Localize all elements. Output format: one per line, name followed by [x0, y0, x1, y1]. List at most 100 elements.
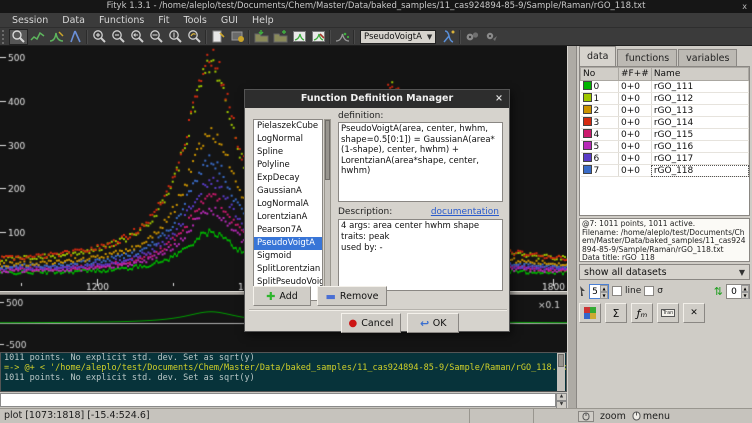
dataset-color-swatch	[583, 81, 592, 90]
table-row[interactable]: 00+0rGO_111	[581, 81, 749, 93]
statusbar-config-button[interactable]	[578, 411, 594, 422]
function-list[interactable]: PielaszekCube LogNormal Spline Polyline …	[253, 119, 323, 301]
spin-down-icon[interactable]: ▼	[741, 292, 749, 299]
strip-background-button[interactable]	[463, 29, 482, 45]
zoom-mode-button[interactable]	[9, 29, 28, 45]
definition-textarea[interactable]: PseudoVoigtA(area, center, hwhm, shape=0…	[338, 122, 503, 202]
gui-config-button[interactable]	[228, 29, 247, 45]
documentation-link[interactable]: documentation	[431, 207, 499, 217]
dialog-close-button[interactable]: ×	[495, 90, 503, 108]
save-session-as-button[interactable]	[309, 29, 328, 45]
remove-button[interactable]: ▬ Remove	[317, 286, 387, 306]
colors-button[interactable]	[579, 303, 601, 323]
spin-up-icon[interactable]: ▲	[556, 393, 567, 401]
tab-functions[interactable]: functions	[617, 49, 677, 66]
append-data-button[interactable]	[271, 29, 290, 45]
cancel-button[interactable]: ● Cancel	[341, 313, 401, 333]
add-function-button[interactable]	[439, 29, 458, 45]
table-header-row: No #F+# Name	[581, 68, 749, 81]
sidebar-splitter[interactable]	[567, 46, 577, 408]
clear-background-button[interactable]	[482, 29, 501, 45]
point-size-spinner[interactable]: 5 ▲▼	[589, 284, 609, 299]
table-row[interactable]: 20+0rGO_113	[581, 105, 749, 117]
chevron-down-icon: ▼	[739, 268, 745, 277]
function-list-item[interactable]: Spline	[254, 146, 322, 159]
add-peak-mode-button[interactable]	[47, 29, 66, 45]
function-list-item[interactable]: LorentzianA	[254, 211, 322, 224]
column-header-name[interactable]: Name	[651, 68, 748, 81]
command-history-spinner[interactable]: ▲▼	[556, 393, 567, 407]
statusbar-cell	[470, 409, 534, 423]
ok-button[interactable]: ↪ OK	[407, 313, 459, 333]
function-list-item[interactable]: LogNormalA	[254, 198, 322, 211]
edit-init-script-button[interactable]	[209, 29, 228, 45]
menu-help[interactable]: Help	[246, 15, 280, 26]
output-console[interactable]: 1011 points. No explicit std. dev. Set a…	[0, 352, 567, 392]
table-row[interactable]: 10+0rGO_112	[581, 93, 749, 105]
load-data-button[interactable]	[252, 29, 271, 45]
menu-gui[interactable]: GUI	[215, 15, 244, 26]
scrollbar-thumb[interactable]	[325, 120, 330, 180]
menu-tools[interactable]: Tools	[177, 15, 212, 26]
transform-button[interactable]: Tran	[657, 303, 679, 323]
functions-button[interactable]: ƒₘ	[631, 303, 653, 323]
line-checkbox[interactable]	[612, 286, 622, 296]
zoom-prev-button[interactable]	[128, 29, 147, 45]
zoom-out-button[interactable]	[109, 29, 128, 45]
zoom-in-button[interactable]	[90, 29, 109, 45]
scrollbar-thumb[interactable]	[558, 354, 564, 367]
delete-button[interactable]: ✕	[683, 303, 705, 323]
save-session-button[interactable]	[290, 29, 309, 45]
sidebar-buttons-row: Σ ƒₘ Tran ✕	[577, 302, 752, 324]
function-list-item[interactable]: PielaszekCube	[254, 120, 322, 133]
zoom-vertical-button[interactable]	[166, 29, 185, 45]
menu-functions[interactable]: Functions	[93, 15, 150, 26]
sum-button[interactable]: Σ	[605, 303, 627, 323]
plus-icon: ✚	[266, 290, 275, 303]
window-close-button[interactable]: x	[742, 0, 747, 13]
function-list-scrollbar[interactable]	[324, 119, 331, 301]
data-range-mode-button[interactable]	[28, 29, 47, 45]
spin-down-icon[interactable]: ▼	[600, 292, 608, 299]
dialog-titlebar[interactable]: Function Definition Manager ×	[245, 90, 509, 108]
table-row[interactable]: 40+0rGO_115	[581, 129, 749, 141]
function-list-item[interactable]: LogNormal	[254, 133, 322, 146]
window-titlebar[interactable]: Fityk 1.3.1 - /home/aleplo/test/Document…	[0, 0, 752, 13]
zoom-all-button[interactable]	[185, 29, 204, 45]
table-row[interactable]: 60+0rGO_117	[581, 153, 749, 165]
menu-data[interactable]: Data	[56, 15, 91, 26]
tab-variables[interactable]: variables	[678, 49, 737, 66]
menu-session[interactable]: Session	[6, 15, 54, 26]
function-list-item[interactable]: SplitLorentzian	[254, 263, 322, 276]
command-input-row: ▲▼	[0, 392, 567, 408]
toolbar-drag-handle[interactable]	[2, 30, 7, 44]
function-list-item[interactable]: GaussianA	[254, 185, 322, 198]
zoom-horizontal-button[interactable]	[147, 29, 166, 45]
menu-fit[interactable]: Fit	[152, 15, 175, 26]
console-command-line: =-> @+ < '/home/aleplo/test/Documents/Ch…	[1, 363, 566, 373]
column-header-no[interactable]: No	[581, 68, 619, 81]
tab-data[interactable]: data	[579, 46, 616, 66]
sigma-checkbox[interactable]	[644, 286, 654, 296]
activate-data-mode-button[interactable]	[66, 29, 85, 45]
function-list-item[interactable]: Sigmoid	[254, 250, 322, 263]
magnifier-icon	[11, 29, 26, 44]
column-header-f[interactable]: #F+#	[619, 68, 652, 81]
auto-add-peak-button[interactable]	[333, 29, 352, 45]
function-list-item[interactable]: Polyline	[254, 159, 322, 172]
add-button[interactable]: ✚ Add	[253, 286, 311, 306]
shift-spinner[interactable]: 0 ▲▼	[726, 284, 750, 299]
function-list-item-selected[interactable]: PseudoVoigtA	[254, 237, 322, 250]
console-scrollbar[interactable]	[557, 353, 565, 391]
table-row[interactable]: 30+0rGO_114	[581, 117, 749, 129]
function-list-item[interactable]: Pearson7A	[254, 224, 322, 237]
function-type-combobox[interactable]: PseudoVoigtA ▼	[360, 30, 436, 44]
table-row-selected[interactable]: 70+0rGO_118	[581, 165, 749, 177]
spin-up-icon[interactable]: ▲	[741, 285, 749, 292]
spin-up-icon[interactable]: ▲	[600, 285, 608, 292]
dataset-filter-combobox[interactable]: show all datasets ▼	[579, 264, 750, 280]
table-row[interactable]: 50+0rGO_116	[581, 141, 749, 153]
command-input[interactable]	[0, 393, 556, 407]
function-list-item[interactable]: ExpDecay	[254, 172, 322, 185]
dataset-table[interactable]: No #F+# Name 00+0rGO_111 10+0rGO_112 20+…	[579, 66, 750, 216]
